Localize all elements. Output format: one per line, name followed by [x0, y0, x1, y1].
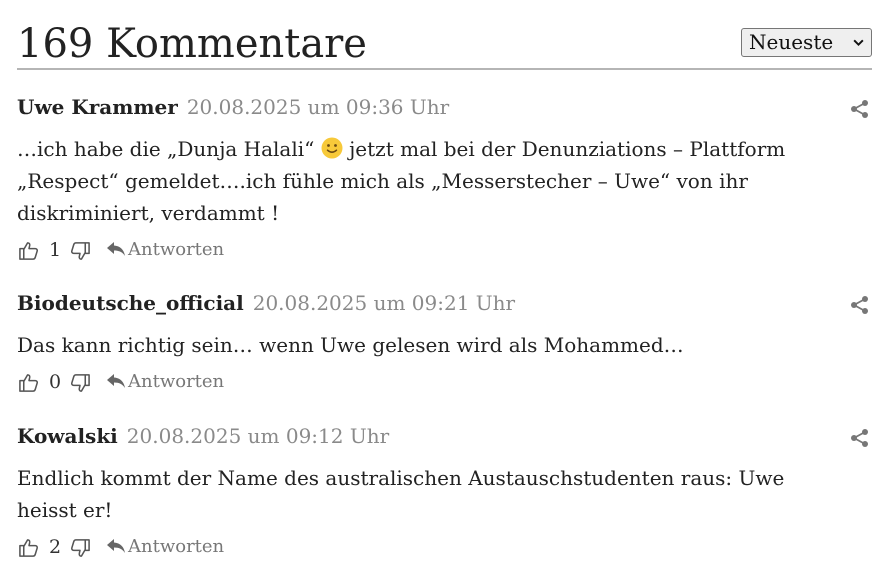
comment-author: Uwe Krammer [17, 95, 178, 119]
comment-date: 20.08.2025 um 09:21 Uhr [252, 291, 516, 315]
reply-icon [107, 374, 125, 388]
comments-section: 169 Kommentare Neueste Uwe Krammer 20.08.… [0, 0, 872, 575]
comments-header: 169 Kommentare Neueste [17, 18, 872, 70]
reply-button[interactable]: Antworten [106, 368, 224, 396]
share-icon[interactable] [850, 295, 870, 315]
share-icon[interactable] [850, 99, 870, 119]
like-count: 1 [49, 239, 62, 261]
reply-icon [107, 539, 125, 553]
thumbs-down-icon[interactable] [68, 372, 91, 395]
sort-select-value: Neueste [749, 30, 834, 54]
comment-actions: 1 Antworten [17, 236, 872, 266]
reply-button[interactable]: Antworten [106, 236, 224, 264]
reply-label: Antworten [128, 371, 225, 392]
like-count: 2 [49, 536, 62, 558]
comment: Kowalski 20.08.2025 um 09:12 Uhr Endlich … [17, 421, 872, 563]
reply-label: Antworten [128, 239, 225, 260]
reply-icon [107, 242, 125, 256]
comment-text: Endlich kommt der Name des australischen… [17, 466, 785, 522]
comment-author: Kowalski [17, 424, 118, 448]
slightly-smiling-face-icon [321, 137, 343, 159]
thumbs-up-icon[interactable] [18, 371, 41, 394]
thumbs-up-icon[interactable] [18, 239, 41, 262]
comment-actions: 0 Antworten [17, 368, 872, 398]
comment-actions: 2 Antworten [17, 533, 872, 563]
share-icon[interactable] [850, 428, 870, 448]
thumbs-down-icon[interactable] [68, 537, 91, 560]
comment: Biodeutsche_official 20.08.2025 um 09:21 … [17, 288, 872, 398]
reply-button[interactable]: Antworten [106, 533, 224, 561]
comments-count-title: 169 Kommentare [17, 21, 367, 67]
comment: Uwe Krammer 20.08.2025 um 09:36 Uhr …ich … [17, 92, 872, 266]
chevron-down-icon [853, 39, 864, 47]
like-count: 0 [49, 371, 62, 393]
comment-meta: Biodeutsche_official 20.08.2025 um 09:21 … [17, 288, 872, 318]
comment-text-part: …ich habe die „Dunja Halali“ [17, 137, 321, 161]
comment-meta: Kowalski 20.08.2025 um 09:12 Uhr [17, 421, 872, 451]
thumbs-down-icon[interactable] [68, 240, 91, 263]
comment-text: Das kann richtig sein… wenn Uwe gelesen … [17, 333, 684, 357]
sort-select[interactable]: Neueste [741, 28, 872, 57]
thumbs-up-icon[interactable] [18, 536, 41, 559]
comment-meta: Uwe Krammer 20.08.2025 um 09:36 Uhr [17, 92, 872, 122]
comment-text: …ich habe die „Dunja Halali“ jetzt mal b… [17, 133, 827, 229]
reply-label: Antworten [128, 536, 225, 557]
comment-date: 20.08.2025 um 09:12 Uhr [126, 424, 390, 448]
comment-date: 20.08.2025 um 09:36 Uhr [186, 95, 450, 119]
comment-author: Biodeutsche_official [17, 291, 244, 315]
